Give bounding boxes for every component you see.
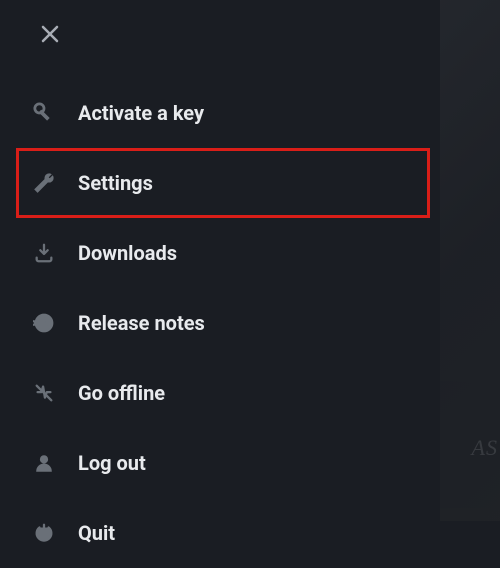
menu-item-release-notes[interactable]: Release notes <box>0 288 440 358</box>
hamburger-menu-panel: Activate a key Settings Downloads <box>0 0 440 521</box>
power-icon <box>28 522 60 544</box>
menu-item-settings[interactable]: Settings <box>0 148 440 218</box>
menu-item-downloads[interactable]: Downloads <box>0 218 440 288</box>
menu-item-quit[interactable]: Quit <box>0 498 440 568</box>
menu-item-log-out[interactable]: Log out <box>0 428 440 498</box>
menu-list: Activate a key Settings Downloads <box>0 78 440 568</box>
offline-icon <box>28 382 60 404</box>
wrench-icon <box>28 172 60 194</box>
menu-item-label: Downloads <box>78 241 177 265</box>
menu-item-activate-key[interactable]: Activate a key <box>0 78 440 148</box>
menu-item-label: Go offline <box>78 381 165 405</box>
menu-item-label: Release notes <box>78 311 205 335</box>
menu-item-label: Settings <box>78 171 153 195</box>
close-button[interactable] <box>32 18 68 54</box>
close-icon <box>40 24 60 48</box>
menu-item-label: Quit <box>78 521 115 545</box>
background-art: AS <box>440 0 500 521</box>
history-icon <box>28 312 60 334</box>
menu-item-label: Log out <box>78 451 146 475</box>
menu-item-label: Activate a key <box>78 101 204 125</box>
key-icon <box>28 102 60 124</box>
download-icon <box>28 242 60 264</box>
menu-item-go-offline[interactable]: Go offline <box>0 358 440 428</box>
background-game-title: AS <box>472 435 498 461</box>
user-icon <box>28 452 60 474</box>
